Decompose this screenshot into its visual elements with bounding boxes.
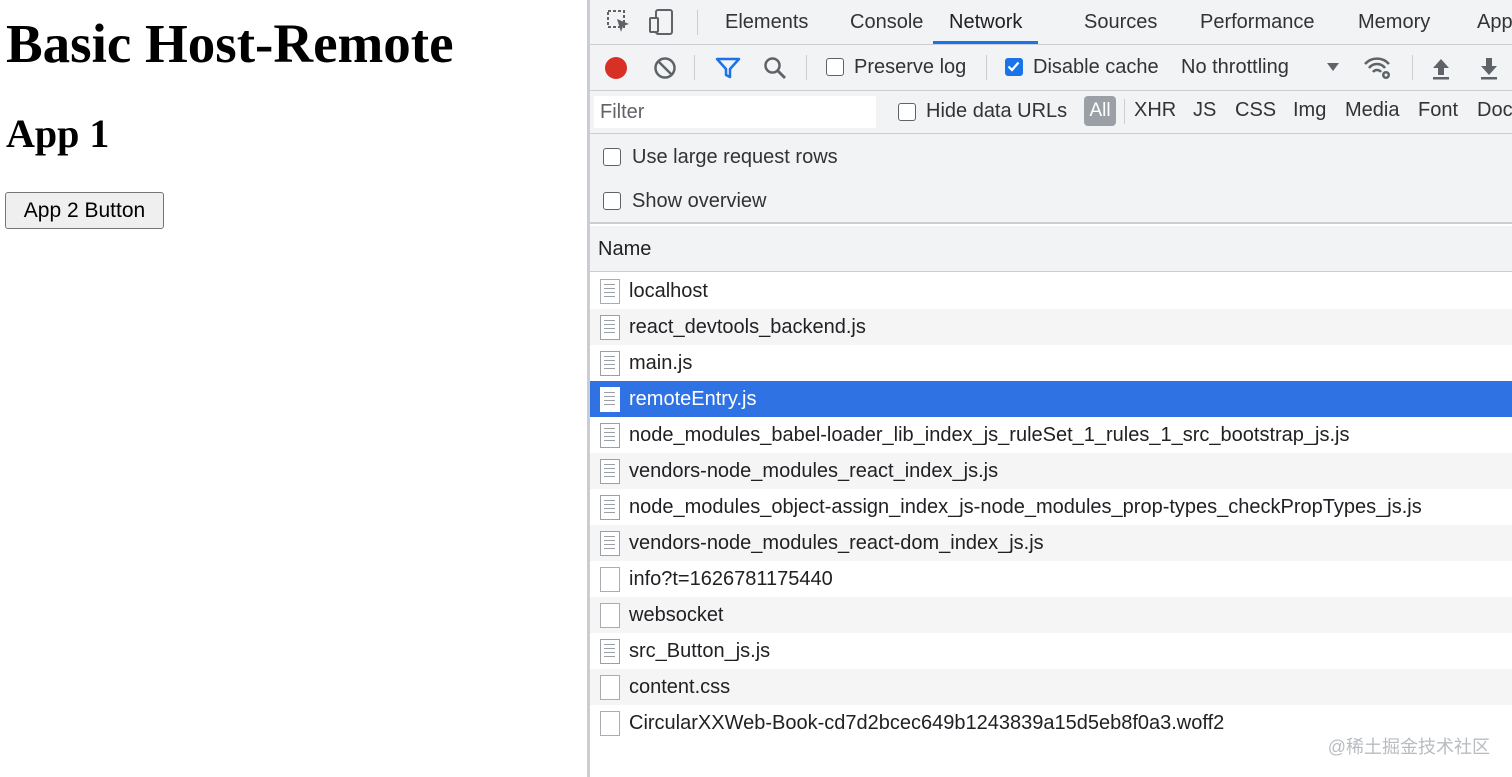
request-name: content.css [629, 676, 731, 698]
request-name: localhost [629, 280, 708, 302]
request-row[interactable]: remoteEntry.js [590, 381, 1512, 417]
file-icon [600, 603, 620, 628]
request-name: vendors-node_modules_react-dom_index_js.… [629, 532, 1044, 554]
chevron-down-icon[interactable] [1326, 60, 1340, 72]
hide-data-urls-label: Hide data URLs [926, 100, 1068, 122]
request-name: node_modules_babel-loader_lib_index_js_r… [629, 424, 1350, 446]
tab-console[interactable]: Console [850, 0, 923, 44]
tab-performance[interactable]: Performance [1200, 0, 1315, 44]
script-icon [600, 531, 620, 556]
script-icon [600, 387, 620, 412]
request-row[interactable]: vendors-node_modules_react-dom_index_js.… [590, 525, 1512, 561]
request-name: src_Button_js.js [629, 640, 771, 662]
request-row[interactable]: websocket [590, 597, 1512, 633]
column-header-label: Name [598, 238, 652, 260]
show-overview-checkbox[interactable] [603, 192, 621, 210]
filter-bar: Hide data URLs All XHR JS CSS Img Media … [590, 91, 1512, 134]
request-name: node_modules_object-assign_index_js-node… [629, 496, 1422, 518]
preserve-log-label: Preserve log [854, 56, 967, 78]
tab-elements[interactable]: Elements [725, 0, 808, 44]
network-toolbar: Preserve log Disable cache No throttling [590, 45, 1512, 91]
tab-sources[interactable]: Sources [1084, 0, 1157, 44]
script-icon [600, 495, 620, 520]
document-icon [600, 279, 620, 304]
toolbar-divider [694, 55, 695, 80]
toolbar-divider [697, 10, 698, 35]
large-rows-label: Use large request rows [632, 146, 838, 168]
request-row[interactable]: vendors-node_modules_react_index_js.js [590, 453, 1512, 489]
request-row[interactable]: node_modules_object-assign_index_js-node… [590, 489, 1512, 525]
hide-data-urls-checkbox[interactable] [898, 103, 916, 121]
preserve-log-checkbox[interactable] [826, 58, 844, 76]
filter-input[interactable] [594, 96, 876, 128]
filter-type-js[interactable]: JS [1193, 99, 1216, 122]
record-icon[interactable] [604, 56, 628, 80]
tab-network[interactable]: Network [933, 0, 1039, 44]
app2-button[interactable]: App 2 Button [5, 192, 164, 229]
script-icon [600, 351, 620, 376]
filter-type-media[interactable]: Media [1345, 99, 1399, 122]
request-row[interactable]: content.css [590, 669, 1512, 705]
tab-application[interactable]: App [1477, 0, 1512, 44]
devtools-panel: Elements Console Network Sources Perform… [587, 0, 1512, 777]
filter-type-img[interactable]: Img [1293, 99, 1326, 122]
script-icon [600, 639, 620, 664]
import-har-icon[interactable] [1430, 56, 1452, 80]
export-har-icon[interactable] [1478, 56, 1500, 80]
request-name: vendors-node_modules_react_index_js.js [629, 460, 999, 482]
toolbar-divider [986, 55, 987, 80]
script-icon [600, 459, 620, 484]
request-name: remoteEntry.js [629, 388, 757, 410]
request-row[interactable]: localhost [590, 273, 1512, 309]
request-list: localhost react_devtools_backend.js main.j… [590, 273, 1512, 741]
filter-type-xhr[interactable]: XHR [1134, 99, 1176, 122]
inspect-element-icon[interactable] [606, 9, 632, 35]
disable-cache-label: Disable cache [1033, 56, 1159, 78]
filter-type-font[interactable]: Font [1418, 99, 1458, 122]
name-column-header[interactable]: Name [590, 226, 1512, 272]
filter-type-all[interactable]: All [1084, 96, 1116, 126]
clear-icon[interactable] [653, 56, 677, 80]
show-overview-label: Show overview [632, 190, 767, 212]
request-name: websocket [629, 604, 724, 626]
throttling-select[interactable]: No throttling [1181, 56, 1289, 79]
request-row[interactable]: info?t=1626781175440 [590, 561, 1512, 597]
filter-type-doc[interactable]: Doc [1477, 99, 1512, 122]
request-name: info?t=1626781175440 [629, 568, 833, 590]
script-icon [600, 315, 620, 340]
watermark: @稀土掘金技术社区 [1327, 737, 1490, 757]
script-icon [600, 423, 620, 448]
request-row[interactable]: node_modules_babel-loader_lib_index_js_r… [590, 417, 1512, 453]
request-row[interactable]: src_Button_js.js [590, 633, 1512, 669]
filter-icon[interactable] [715, 56, 741, 80]
large-rows-checkbox[interactable] [603, 148, 621, 166]
devtools-tabbar: Elements Console Network Sources Perform… [590, 0, 1512, 45]
toolbar-divider [1124, 99, 1125, 124]
disable-cache-checkbox[interactable] [1005, 58, 1023, 76]
request-name: react_devtools_backend.js [629, 316, 866, 338]
file-icon [600, 711, 620, 736]
request-name: main.js [629, 352, 693, 374]
page-title: Basic Host-Remote [6, 13, 454, 74]
toolbar-divider [806, 55, 807, 80]
toolbar-divider [1412, 55, 1413, 80]
request-name: CircularXXWeb-Book-cd7d2bcec649b1243839a… [629, 712, 1225, 734]
request-row[interactable]: react_devtools_backend.js [590, 309, 1512, 345]
request-row[interactable]: main.js [590, 345, 1512, 381]
network-conditions-icon[interactable] [1363, 55, 1393, 81]
device-toolbar-icon[interactable] [648, 9, 674, 35]
tab-memory[interactable]: Memory [1358, 0, 1430, 44]
file-icon [600, 567, 620, 592]
filter-type-css[interactable]: CSS [1235, 99, 1276, 122]
file-icon [600, 675, 620, 700]
page-subtitle: App 1 [6, 111, 110, 156]
page-content: Basic Host-Remote App 1 App 2 Button [0, 0, 587, 777]
search-icon[interactable] [763, 56, 787, 80]
network-options: Use large request rows Show overview [590, 134, 1512, 224]
